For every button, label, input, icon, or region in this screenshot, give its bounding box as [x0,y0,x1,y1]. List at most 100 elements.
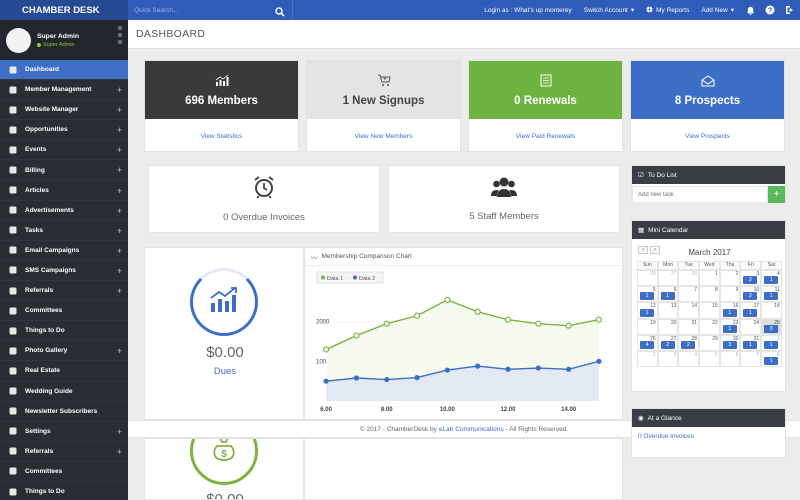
calendar-event-count[interactable]: 1 [640,292,654,301]
calendar-day-cell[interactable]: 21 [678,318,700,335]
gear-icon[interactable] [118,33,122,37]
expand-plus-icon[interactable]: + [117,165,122,175]
calendar-event-count[interactable]: 1 [660,292,675,301]
calendar-day-cell[interactable]: 4 [678,350,700,368]
calendar-day-cell[interactable]: 25 3 [761,318,782,335]
staff-members-card[interactable]: 5 Staff Members [388,165,620,233]
calendar-day-cell[interactable]: 27 2 [657,334,679,351]
calendar-day-cell[interactable]: 29 [699,334,720,351]
add-new-dropdown[interactable]: Add New ▾ [695,6,740,15]
calendar-day-cell[interactable]: 15 [699,302,720,319]
calendar-day-cell[interactable]: 5 [699,350,720,368]
calendar-day-cell[interactable]: 31 1 [740,334,762,351]
calendar-day-cell[interactable]: 9 [719,286,741,303]
expand-plus-icon[interactable]: + [117,145,122,155]
calendar-day-cell[interactable]: 6 [719,350,741,368]
calendar-event-count[interactable]: 2 [681,340,696,349]
view-statistics-link[interactable]: View Statistics [145,119,298,153]
sidebar-item-newsletter-subscribers[interactable]: Newsletter Subscribers [0,402,128,422]
lock-icon[interactable] [118,26,122,30]
sidebar-item-real-estate[interactable]: Real Estate [0,361,128,382]
sidebar-item-committees[interactable]: Committees [0,462,128,482]
my-reports-link[interactable]: My Reports [640,5,695,15]
sidebar-item-articles[interactable]: Articles + [0,181,128,201]
calendar-day-cell[interactable]: 12 1 [637,302,658,319]
sidebar-item-referrals[interactable]: Referrals + [0,281,128,302]
sidebar-item-tasks[interactable]: Tasks + [0,221,128,241]
calendar-day-cell[interactable]: 11 [761,334,782,351]
calendar-day-cell[interactable]: 30 3 [719,334,741,351]
calendar-day-cell[interactable]: 19 [637,318,658,335]
sidebar-item-things-to-do[interactable]: Things to Do [0,482,128,500]
sidebar-item-referrals[interactable]: Referrals + [0,442,128,462]
logout-icon[interactable] [780,0,800,20]
calendar-event-count[interactable]: 1 [764,292,779,301]
calendar-day-cell[interactable]: 22 [699,318,720,335]
power-icon[interactable] [118,40,122,44]
calendar-day-cell[interactable]: 2 [719,270,741,287]
calendar-day-cell[interactable]: 81 [761,350,782,368]
sidebar-item-billing[interactable]: Billing + [0,160,128,181]
login-as-link[interactable]: Login as : What's up monterey [478,7,578,14]
calendar-day-cell[interactable]: 8 [699,286,720,303]
calendar-day-cell[interactable]: 51 [637,286,658,303]
calendar-day-cell[interactable]: 16 1 [719,302,741,319]
expand-plus-icon[interactable]: + [117,186,122,196]
calendar-event-count[interactable]: 1 [722,324,737,333]
expand-plus-icon[interactable]: + [117,266,122,276]
calendar-day-cell[interactable]: 28 2 [678,334,700,351]
footer-company-link[interactable]: eLab Communications [439,426,504,433]
brand-logo[interactable]: CHAMBER DESK [0,0,128,20]
calendar-day-cell[interactable]: 18 [761,302,782,319]
expand-plus-icon[interactable]: + [117,105,122,115]
calendar-day-cell[interactable]: 23 1 [719,318,741,335]
calendar-day-cell[interactable]: 17 1 [740,302,762,319]
expand-plus-icon[interactable]: + [117,206,122,216]
sidebar-item-advertisements[interactable]: Advertisements + [0,201,128,221]
calendar-event-count[interactable]: 4 [640,340,654,349]
view-paid-renewals-link[interactable]: View Paid Renewals [469,119,622,153]
calendar-day-cell[interactable]: 32 [740,270,762,287]
calendar-event-count[interactable]: 1 [764,357,779,366]
sidebar-item-committees[interactable]: Committees [0,301,128,322]
calendar-event-count[interactable]: 1 [764,276,779,285]
calendar-event-count[interactable]: 1 [743,340,758,349]
expand-plus-icon[interactable]: + [117,286,122,296]
switch-account-dropdown[interactable]: Switch Account ▾ [578,6,640,15]
sidebar-item-dashboard[interactable]: Dashboard [0,60,128,81]
expand-plus-icon[interactable]: + [117,85,122,95]
calendar-day-cell[interactable]: 1 [699,270,720,287]
sidebar-item-things-to-do[interactable]: Things to Do [0,321,128,342]
avatar[interactable] [6,27,31,53]
expand-plus-icon[interactable]: + [117,447,122,457]
calendar-day-cell[interactable]: 27 [657,270,679,287]
help-icon[interactable]: ? [760,0,780,20]
sidebar-item-settings[interactable]: Settings + [0,422,128,442]
calendar-day-cell[interactable]: 14 [678,302,700,319]
calendar-event-count[interactable]: 1 [640,308,654,317]
calendar-day-cell[interactable]: 26 [637,270,658,287]
calendar-day-cell[interactable]: 28 [678,270,700,287]
calendar-event-count[interactable]: 1 [743,308,758,317]
overdue-invoices-card[interactable]: 0 Overdue Invoices [148,165,380,233]
expand-plus-icon[interactable]: + [117,125,122,135]
expand-plus-icon[interactable]: + [117,427,122,437]
calendar-day-cell[interactable]: 41 [761,270,782,287]
calendar-day-cell[interactable]: 13 [657,302,679,319]
calendar-event-count[interactable]: 2 [743,292,758,301]
calendar-day-cell[interactable]: 7 [678,286,700,303]
calendar-day-cell[interactable]: 61 [657,286,679,303]
expand-plus-icon[interactable]: + [117,226,122,236]
sidebar-item-email-campaigns[interactable]: Email Campaigns + [0,241,128,261]
expand-plus-icon[interactable]: + [117,246,122,256]
calendar-day-cell[interactable]: 3 [657,350,679,368]
bell-icon[interactable] [740,0,760,20]
calendar-day-cell[interactable]: 11 1 [761,286,782,303]
sidebar-item-events[interactable]: Events + [0,140,128,161]
calendar-day-cell[interactable]: 24 [740,318,762,335]
view-new-members-link[interactable]: View New Members [307,119,460,153]
new-task-input[interactable] [632,186,768,203]
calendar-day-cell[interactable]: 2 [637,350,658,368]
calendar-event-count[interactable]: 2 [660,340,675,349]
sidebar-item-website-manager[interactable]: Website Manager + [0,100,128,121]
